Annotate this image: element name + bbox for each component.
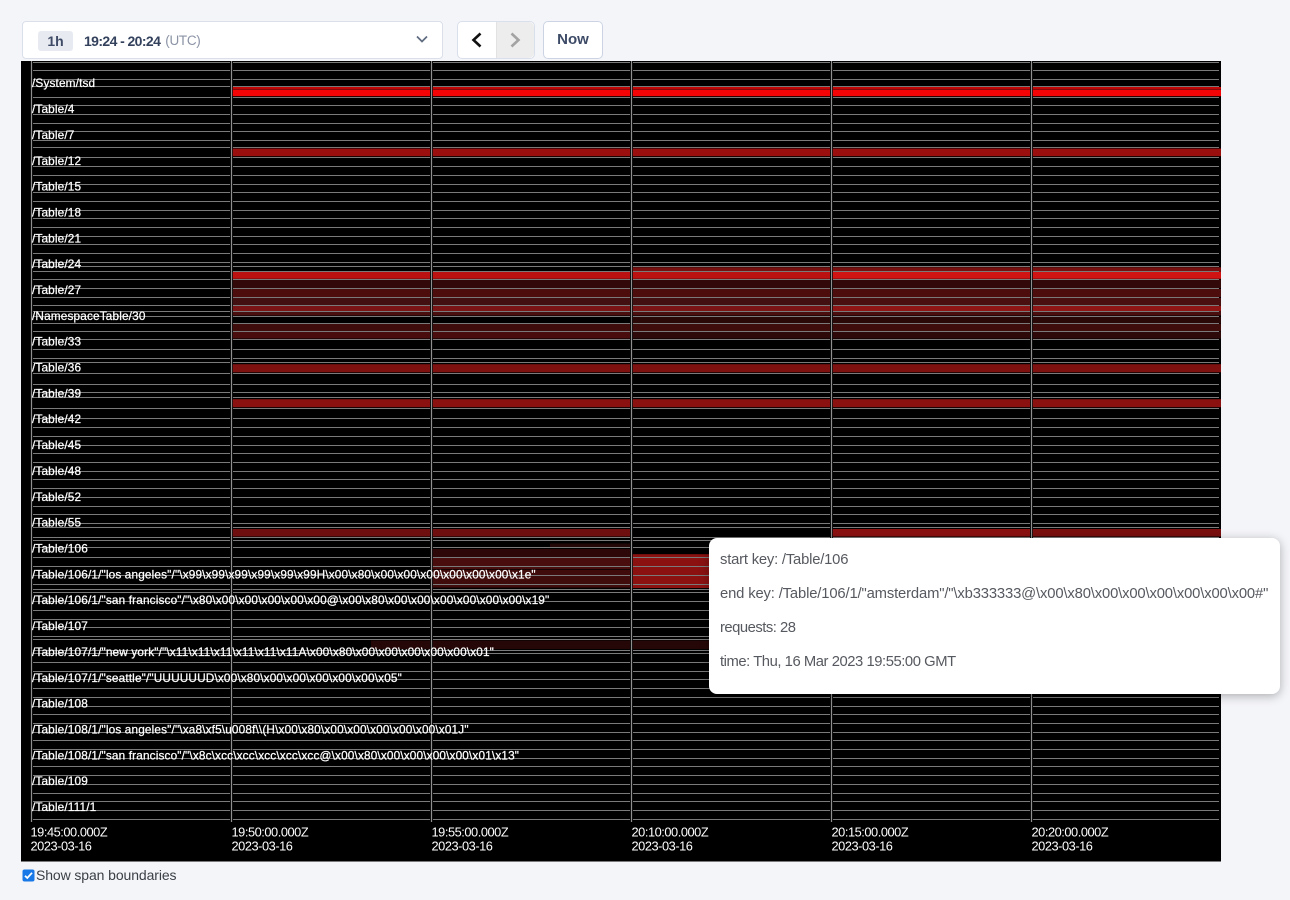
- svg-text:/Table/36: /Table/36: [32, 361, 82, 375]
- svg-text:/Table/7: /Table/7: [32, 128, 75, 142]
- svg-text:/Table/27: /Table/27: [32, 283, 81, 297]
- svg-text:2023-03-16: 2023-03-16: [432, 839, 493, 854]
- svg-text:2023-03-16: 2023-03-16: [232, 839, 293, 854]
- svg-text:/Table/55: /Table/55: [32, 516, 82, 530]
- svg-text:2023-03-16: 2023-03-16: [1032, 839, 1093, 854]
- svg-text:/Table/15: /Table/15: [32, 180, 82, 194]
- svg-text:/Table/39: /Table/39: [32, 386, 81, 400]
- svg-text:/Table/108/1/"san francisco"/": /Table/108/1/"san francisco"/"\x8c\xcc\x…: [32, 748, 519, 762]
- svg-text:/Table/42: /Table/42: [32, 412, 81, 426]
- svg-text:/Table/45: /Table/45: [32, 438, 82, 452]
- svg-text:/Table/18: /Table/18: [32, 205, 82, 219]
- svg-text:/Table/111/1: /Table/111/1: [32, 800, 96, 814]
- svg-text:/Table/4: /Table/4: [32, 102, 75, 116]
- svg-text:19:45:00.000Z: 19:45:00.000Z: [31, 825, 108, 840]
- svg-text:/Table/108/1/"los angeles"/"\x: /Table/108/1/"los angeles"/"\xa8\xf5\u00…: [32, 723, 469, 737]
- svg-text:/Table/108: /Table/108: [32, 697, 88, 711]
- svg-text:/Table/12: /Table/12: [32, 154, 81, 168]
- svg-text:20:15:00.000Z: 20:15:00.000Z: [832, 825, 909, 840]
- svg-text:/Table/106/1/"los angeles"/"\x: /Table/106/1/"los angeles"/"\x99\x99\x99…: [32, 567, 536, 581]
- svg-text:/Table/52: /Table/52: [32, 490, 81, 504]
- svg-text:/Table/107/1/"new york"/"\x11\: /Table/107/1/"new york"/"\x11\x11\x11\x1…: [32, 645, 494, 659]
- svg-text:/Table/107/1/"seattle"/"UUUUUU: /Table/107/1/"seattle"/"UUUUUUD\x00\x80\…: [32, 671, 402, 685]
- svg-text:/Table/107: /Table/107: [32, 619, 88, 633]
- svg-text:/Table/21: /Table/21: [32, 231, 81, 245]
- svg-text:19:50:00.000Z: 19:50:00.000Z: [232, 825, 309, 840]
- svg-text:2023-03-16: 2023-03-16: [832, 839, 893, 854]
- svg-text:/Table/106/1/"san francisco"/": /Table/106/1/"san francisco"/"\x80\x00\x…: [32, 593, 549, 607]
- svg-text:2023-03-16: 2023-03-16: [632, 839, 693, 854]
- svg-text:/Table/106: /Table/106: [32, 542, 88, 556]
- svg-text:/System/tsd: /System/tsd: [32, 76, 95, 90]
- svg-text:19:55:00.000Z: 19:55:00.000Z: [432, 825, 509, 840]
- svg-text:/Table/48: /Table/48: [32, 464, 82, 478]
- svg-text:2023-03-16: 2023-03-16: [31, 839, 92, 854]
- svg-text:20:20:00.000Z: 20:20:00.000Z: [1032, 825, 1109, 840]
- svg-text:20:10:00.000Z: 20:10:00.000Z: [632, 825, 709, 840]
- svg-text:/Table/24: /Table/24: [32, 257, 82, 271]
- svg-text:/Table/33: /Table/33: [32, 335, 82, 349]
- svg-text:/NamespaceTable/30: /NamespaceTable/30: [32, 309, 146, 323]
- svg-text:/Table/109: /Table/109: [32, 774, 88, 788]
